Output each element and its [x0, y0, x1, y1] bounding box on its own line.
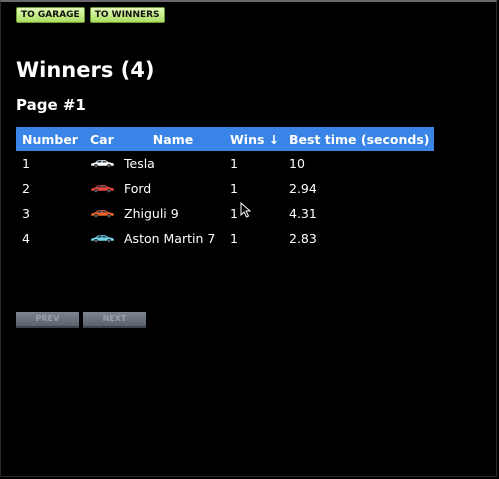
- header-name: Name: [152, 131, 194, 147]
- cell-number: 2: [22, 181, 30, 196]
- prev-page-button[interactable]: PREV: [16, 312, 79, 328]
- cell-best-time: 2.94: [289, 181, 317, 196]
- cell-wins: 1: [230, 206, 238, 221]
- cell-number: 1: [22, 156, 30, 171]
- cell-wins: 1: [230, 231, 238, 246]
- cell-wins: 1: [230, 156, 238, 171]
- cell-best-time: 4.31: [289, 206, 317, 221]
- header-number: Number: [22, 131, 78, 147]
- table-row: 2 Ford 1 2.94: [16, 176, 434, 201]
- car-icon: [91, 185, 114, 193]
- header-wins-sort[interactable]: Wins ↓: [226, 127, 285, 151]
- cell-name: Ford: [124, 181, 152, 196]
- to-garage-button[interactable]: TO GARAGE: [16, 7, 85, 23]
- cell-number: 4: [22, 231, 30, 246]
- car-icon: [91, 160, 114, 168]
- winners-table-body: 1 Tesla 1 10 2 Ford 1 2.94 3 Zhiguli 9 1 4.31 4 Aston…: [16, 151, 434, 251]
- page-title: Winners (4): [16, 58, 155, 82]
- cell-best-time: 2.83: [289, 231, 317, 246]
- cell-car: [86, 176, 120, 201]
- mouse-cursor-icon: [240, 201, 252, 222]
- car-icon: [91, 210, 114, 218]
- table-row: 1 Tesla 1 10: [16, 151, 434, 176]
- header-car: Car: [90, 131, 114, 147]
- cell-name: Aston Martin 7: [124, 231, 216, 246]
- cell-number: 3: [22, 206, 30, 221]
- cell-car: [86, 226, 120, 251]
- cell-name: Zhiguli 9: [124, 206, 179, 221]
- top-navigation: TO GARAGE TO WINNERS: [16, 7, 165, 23]
- table-header-row: Number Car Name Wins ↓ Best time (second…: [16, 127, 434, 151]
- table-row: 4 Aston Martin 7 1 2.83: [16, 226, 434, 251]
- cell-name: Tesla: [124, 156, 155, 171]
- winners-table: Number Car Name Wins ↓ Best time (second…: [16, 127, 434, 251]
- pagination: PREV NEXT: [16, 312, 146, 328]
- cell-car: [86, 151, 120, 176]
- next-page-button[interactable]: NEXT: [83, 312, 146, 328]
- cell-car: [86, 201, 120, 226]
- page-number-label: Page #1: [16, 96, 86, 114]
- table-row: 3 Zhiguli 9 1 4.31: [16, 201, 434, 226]
- header-best-time-sort[interactable]: Best time (seconds): [285, 127, 434, 151]
- cell-wins: 1: [230, 181, 238, 196]
- car-icon: [91, 235, 114, 243]
- cell-best-time: 10: [289, 156, 305, 171]
- to-winners-button[interactable]: TO WINNERS: [89, 7, 165, 23]
